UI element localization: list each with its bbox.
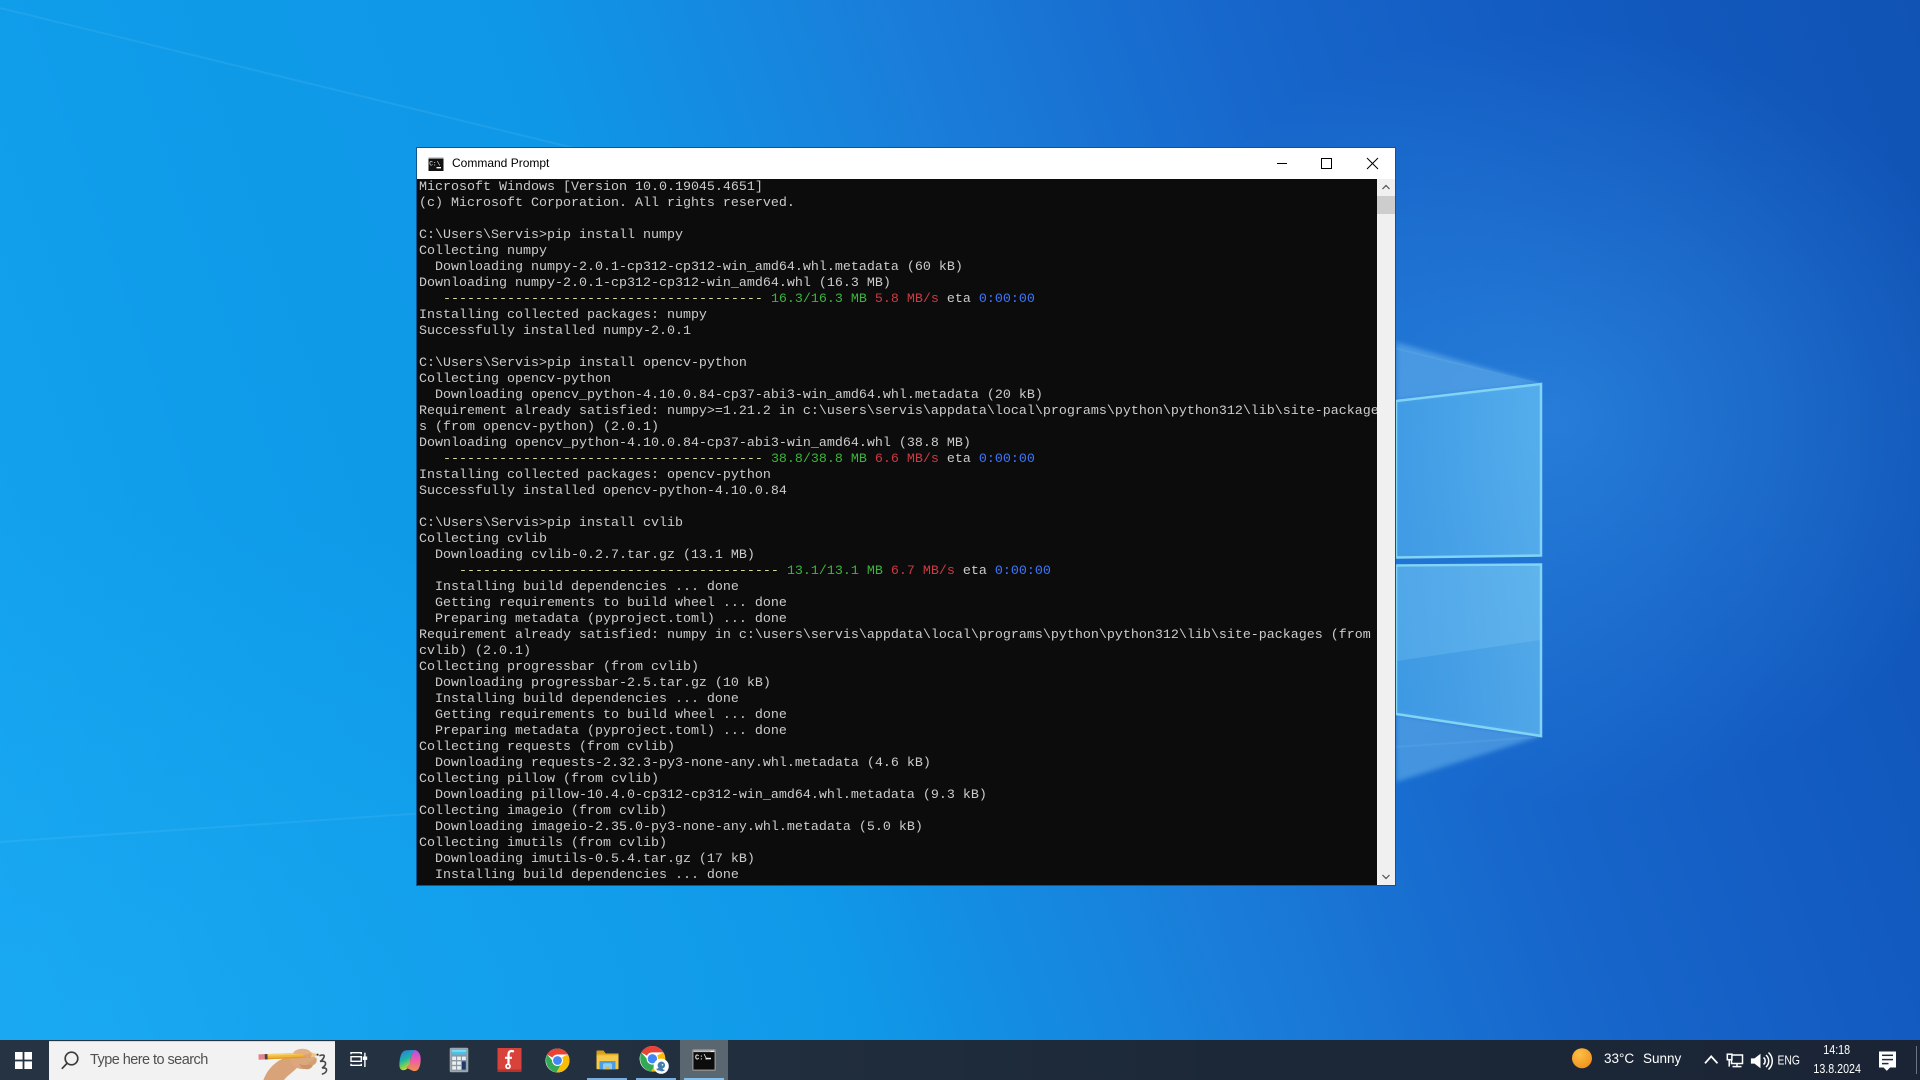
svg-text:13.8.2024: 13.8.2024 [1813, 1062, 1861, 1076]
svg-text:C:\: C:\ [429, 161, 440, 168]
svg-text:14:18: 14:18 [1823, 1043, 1850, 1057]
svg-text:33°C: 33°C [1604, 1051, 1634, 1066]
svg-text:ENG: ENG [1778, 1053, 1801, 1068]
svg-text:Sunny: Sunny [1643, 1051, 1682, 1066]
